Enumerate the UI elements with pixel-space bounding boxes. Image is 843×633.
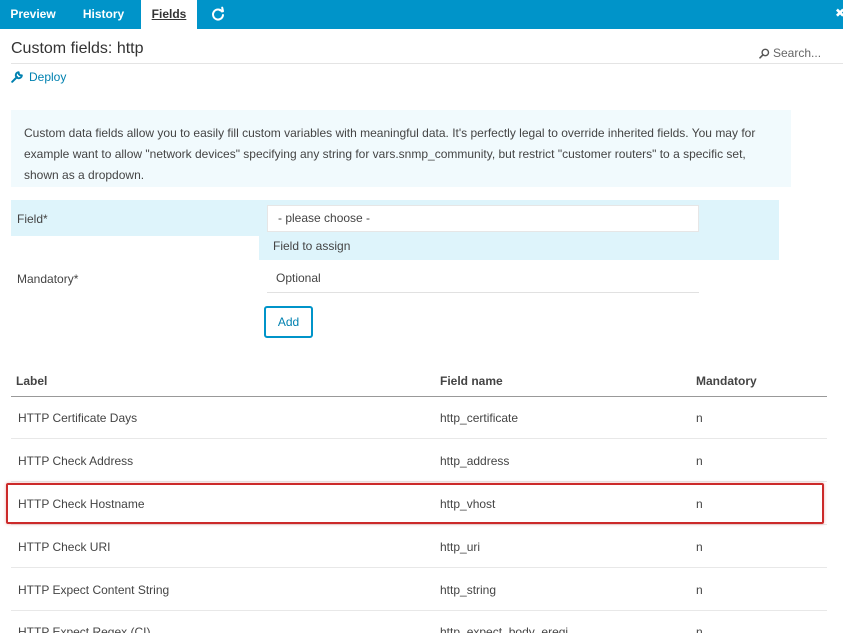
mandatory-select[interactable]: Optional: [267, 266, 699, 293]
cell-label[interactable]: HTTP Check URI: [18, 540, 110, 554]
deploy-label: Deploy: [29, 70, 67, 84]
search-input[interactable]: [773, 46, 843, 60]
cell-label[interactable]: HTTP Expect Regex (CI): [18, 625, 150, 633]
table-header-divider: [11, 396, 827, 397]
cell-label[interactable]: HTTP Check Address: [18, 454, 133, 468]
cell-field-name[interactable]: http_address: [440, 454, 509, 468]
tab-fields-label: Fields: [151, 7, 187, 21]
tab-history[interactable]: History: [70, 0, 137, 29]
cell-mandatory[interactable]: n: [696, 454, 703, 468]
field-row-label-bg: [11, 200, 259, 236]
column-header-mandatory[interactable]: Mandatory: [696, 374, 757, 388]
field-hint: Field to assign: [273, 239, 351, 253]
row-divider: [11, 524, 827, 525]
deploy-link[interactable]: Deploy: [11, 70, 66, 84]
wrench-icon: [11, 71, 23, 83]
row-divider: [11, 610, 827, 611]
cell-field-name[interactable]: http_string: [440, 583, 496, 597]
close-icon[interactable]: ✖: [835, 6, 843, 20]
column-header-label[interactable]: Label: [16, 374, 47, 388]
info-panel: Custom data fields allow you to easily f…: [11, 110, 791, 187]
column-header-field-name[interactable]: Field name: [440, 374, 503, 388]
tab-preview[interactable]: Preview: [0, 0, 66, 29]
mandatory-label: Mandatory*: [17, 272, 79, 286]
cell-mandatory[interactable]: n: [696, 583, 703, 597]
tab-bar: Preview History Fields ✖: [0, 0, 843, 29]
cell-label[interactable]: HTTP Expect Content String: [18, 583, 169, 597]
cell-field-name[interactable]: http_certificate: [440, 411, 518, 425]
title-divider: [11, 63, 843, 64]
field-select[interactable]: - please choose -: [267, 205, 699, 232]
cell-label[interactable]: HTTP Certificate Days: [18, 411, 137, 425]
cell-mandatory[interactable]: n: [696, 625, 703, 633]
cell-mandatory[interactable]: n: [696, 411, 703, 425]
cell-field-name[interactable]: http_uri: [440, 540, 480, 554]
field-label: Field*: [17, 212, 48, 226]
row-divider: [11, 438, 827, 439]
page-title: Custom fields: http: [11, 40, 144, 57]
row-divider: [11, 567, 827, 568]
search-icon: [759, 48, 770, 59]
refresh-icon[interactable]: [209, 6, 227, 24]
add-button[interactable]: Add: [264, 306, 313, 338]
cell-mandatory[interactable]: n: [696, 540, 703, 554]
cell-field-name[interactable]: http_expect_body_eregi: [440, 625, 568, 633]
search-box[interactable]: [759, 45, 843, 61]
row-divider: [11, 481, 827, 482]
tab-fields[interactable]: Fields: [141, 0, 197, 29]
highlight-box: [6, 483, 824, 524]
